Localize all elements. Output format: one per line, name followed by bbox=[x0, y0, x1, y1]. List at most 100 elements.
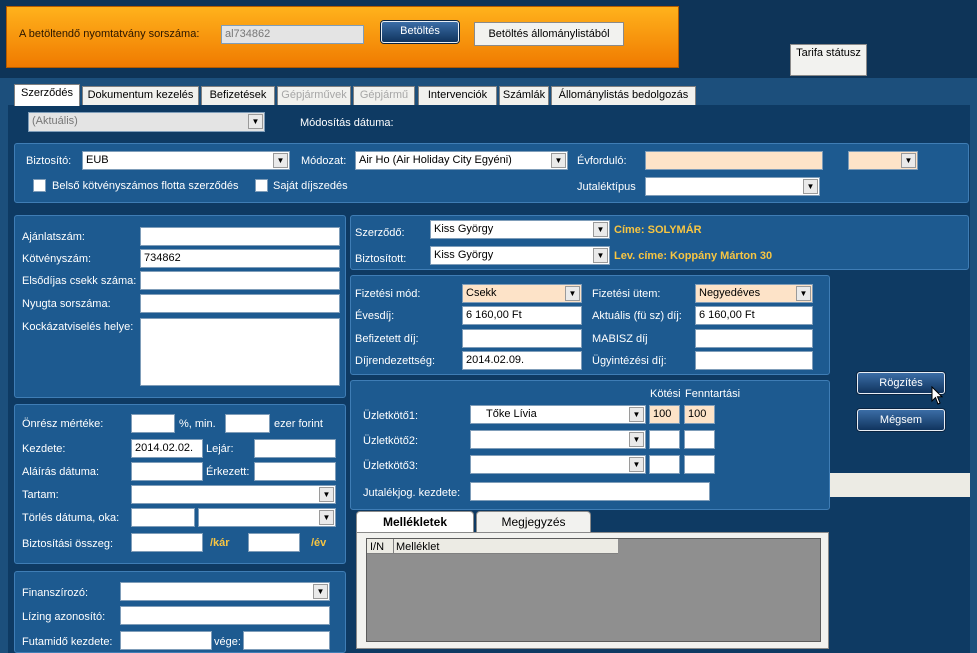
risk-location-textarea[interactable] bbox=[140, 318, 340, 386]
chevron-down-icon[interactable]: ▼ bbox=[319, 510, 334, 525]
chevron-down-icon[interactable]: ▼ bbox=[796, 286, 811, 301]
current-fee-input[interactable]: 6 160,00 Ft bbox=[695, 306, 813, 325]
tab-payments[interactable]: Befizetések bbox=[201, 86, 275, 105]
mode-select[interactable]: Air Ho (Air Holiday City Egyéni) ▼ bbox=[355, 151, 568, 170]
receipt-input[interactable] bbox=[140, 294, 340, 313]
term-start-input[interactable] bbox=[120, 631, 212, 650]
tab-contract[interactable]: Szerződés bbox=[14, 84, 80, 106]
tab-vehicle[interactable]: Gépjármű bbox=[353, 86, 415, 105]
load-from-list-button[interactable]: Betöltés állománylistából bbox=[474, 22, 624, 46]
cancel-date-label: Törlés dátuma, oka: bbox=[22, 512, 120, 524]
chevron-down-icon[interactable]: ▼ bbox=[273, 153, 288, 168]
sign-date-label: Aláírás dátuma: bbox=[22, 466, 100, 478]
agent3-label: Üzletkötő3: bbox=[363, 460, 419, 472]
insurer-select[interactable]: EUB ▼ bbox=[82, 151, 290, 170]
sign-date-input[interactable] bbox=[131, 462, 203, 481]
mabisz-fee-input[interactable] bbox=[695, 329, 813, 348]
load-button[interactable]: Betöltés bbox=[381, 21, 459, 43]
payment-freq-select[interactable]: Negyedéves ▼ bbox=[695, 284, 813, 303]
anniversary-select[interactable]: ▼ bbox=[848, 151, 918, 170]
cancel-reason-select[interactable]: ▼ bbox=[198, 508, 336, 527]
sum-per-year-input[interactable] bbox=[248, 533, 300, 552]
tab-interventions[interactable]: Intervenciók bbox=[418, 86, 497, 105]
own-fee-checkbox[interactable] bbox=[255, 179, 268, 192]
agent3-select[interactable]: ▼ bbox=[470, 455, 646, 474]
tab-documents[interactable]: Dokumentum kezelés bbox=[82, 86, 199, 105]
agent2-select[interactable]: ▼ bbox=[470, 430, 646, 449]
financer-select[interactable]: ▼ bbox=[120, 582, 330, 601]
start-date-input[interactable]: 2014.02.02. bbox=[131, 439, 203, 458]
admin-fee-input[interactable] bbox=[695, 351, 813, 370]
version-select[interactable]: (Aktuális) ▼ bbox=[28, 112, 265, 132]
mouse-cursor-icon bbox=[931, 386, 944, 405]
commission-type-select[interactable]: ▼ bbox=[645, 177, 820, 196]
anniversary-input[interactable] bbox=[645, 151, 823, 170]
own-fee-label: Saját díjszedés bbox=[273, 180, 348, 192]
fleet-checkbox[interactable] bbox=[33, 179, 46, 192]
chevron-down-icon[interactable]: ▼ bbox=[901, 153, 916, 168]
chevron-down-icon[interactable]: ▼ bbox=[551, 153, 566, 168]
mabisz-fee-label: MABISZ díj bbox=[592, 333, 648, 345]
binding-header: Kötési bbox=[650, 388, 681, 400]
tariff-status-button[interactable]: Tarifa státusz bbox=[790, 44, 867, 76]
load-panel: A betöltendő nyomtatvány sorszáma: al734… bbox=[6, 6, 679, 68]
deductible-pct-input[interactable] bbox=[131, 414, 175, 433]
col-attachment-header: Melléklet bbox=[396, 541, 440, 553]
commission-start-input[interactable] bbox=[470, 482, 710, 501]
cancel-date-input[interactable] bbox=[131, 508, 195, 527]
chevron-down-icon[interactable]: ▼ bbox=[593, 222, 608, 237]
contractor-select[interactable]: Kiss György ▼ bbox=[430, 220, 610, 239]
fee-status-label: Díjrendezettség: bbox=[355, 355, 436, 367]
tab-notes[interactable]: Megjegyzés bbox=[476, 511, 591, 532]
duration-label: Tartam: bbox=[22, 489, 59, 501]
payment-freq-label: Fizetési ütem: bbox=[592, 288, 661, 300]
chevron-down-icon[interactable]: ▼ bbox=[593, 248, 608, 263]
agent1-select[interactable]: Tőke Lívia ▼ bbox=[470, 405, 646, 424]
chevron-down-icon[interactable]: ▼ bbox=[629, 457, 644, 472]
insurer-label: Biztosító: bbox=[26, 155, 72, 167]
mailing-address: Lev. címe: Koppány Márton 30 bbox=[614, 250, 773, 262]
contractor-address: Címe: SOLYMÁR bbox=[614, 224, 702, 236]
tab-batch-import[interactable]: Állománylistás bedolgozás bbox=[551, 86, 696, 105]
chevron-down-icon[interactable]: ▼ bbox=[248, 114, 263, 129]
offer-no-input[interactable] bbox=[140, 227, 340, 246]
sum-per-claim-input[interactable] bbox=[131, 533, 203, 552]
sum-insured-label: Biztosítási összeg: bbox=[22, 538, 114, 550]
leasing-id-input[interactable] bbox=[120, 606, 330, 625]
per-claim-label: /kár bbox=[210, 537, 230, 549]
annual-fee-label: Évesdíj: bbox=[355, 310, 395, 322]
duration-select[interactable]: ▼ bbox=[131, 485, 336, 504]
policy-no-input[interactable]: 734862 bbox=[140, 249, 340, 268]
insured-select[interactable]: Kiss György ▼ bbox=[430, 246, 610, 265]
tab-attachments[interactable]: Mellékletek bbox=[356, 511, 474, 532]
serial-input[interactable]: al734862 bbox=[221, 25, 364, 44]
expiry-input[interactable] bbox=[254, 439, 336, 458]
chevron-down-icon[interactable]: ▼ bbox=[629, 432, 644, 447]
chevron-down-icon[interactable]: ▼ bbox=[565, 286, 580, 301]
payment-freq-value: Negyedéves bbox=[699, 287, 761, 299]
paid-fee-input[interactable] bbox=[462, 329, 582, 348]
agent3-binding-input[interactable] bbox=[649, 455, 680, 474]
agent2-maintenance-input[interactable] bbox=[684, 430, 715, 449]
chevron-down-icon[interactable]: ▼ bbox=[319, 487, 334, 502]
financer-label: Finanszírozó: bbox=[22, 587, 89, 599]
agent1-label: Üzletkötő1: bbox=[363, 410, 419, 422]
agent1-maintenance-input[interactable]: 100 bbox=[684, 405, 715, 424]
payment-method-select[interactable]: Csekk ▼ bbox=[462, 284, 582, 303]
fee-status-input[interactable]: 2014.02.09. bbox=[462, 351, 582, 370]
annual-fee-input[interactable]: 6 160,00 Ft bbox=[462, 306, 582, 325]
term-end-input[interactable] bbox=[243, 631, 330, 650]
chevron-down-icon[interactable]: ▼ bbox=[803, 179, 818, 194]
agent1-binding-input[interactable]: 100 bbox=[649, 405, 680, 424]
agent2-binding-input[interactable] bbox=[649, 430, 680, 449]
expiry-label: Lejár: bbox=[206, 443, 234, 455]
chevron-down-icon[interactable]: ▼ bbox=[629, 407, 644, 422]
cancel-button[interactable]: Mégsem bbox=[857, 409, 945, 431]
cheque-input[interactable] bbox=[140, 271, 340, 290]
tab-vehicles[interactable]: Gépjárművek bbox=[277, 86, 351, 105]
arrived-input[interactable] bbox=[254, 462, 336, 481]
tab-invoices[interactable]: Számlák bbox=[499, 86, 549, 105]
agent3-maintenance-input[interactable] bbox=[684, 455, 715, 474]
deductible-min-input[interactable] bbox=[225, 414, 270, 433]
chevron-down-icon[interactable]: ▼ bbox=[313, 584, 328, 599]
